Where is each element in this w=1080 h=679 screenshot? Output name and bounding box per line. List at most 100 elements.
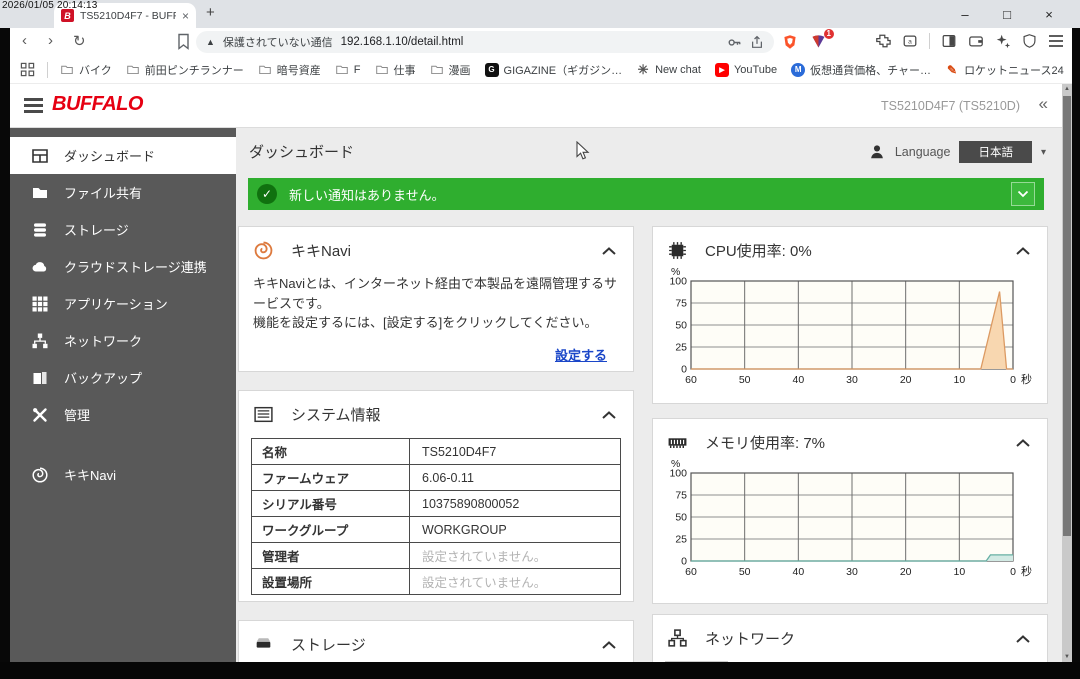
forward-button[interactable]: ›	[48, 32, 53, 49]
language-select-button[interactable]: 日本語	[959, 141, 1032, 163]
scrollbar-thumb[interactable]	[1063, 96, 1071, 536]
reload-button[interactable]: ↻	[73, 32, 86, 50]
apps-grid-icon[interactable]	[20, 62, 35, 77]
svg-text:50: 50	[675, 320, 687, 332]
collapse-card-icon[interactable]	[601, 410, 617, 420]
sidebar-item-file-sharing[interactable]: ファイル共有	[10, 174, 236, 211]
svg-text:20: 20	[900, 566, 912, 578]
window-close-button[interactable]: ×	[1028, 7, 1070, 22]
window-minimize-button[interactable]: –	[944, 7, 986, 22]
sidebar-item-network[interactable]: ネットワーク	[10, 322, 236, 359]
url-text[interactable]: 192.168.1.10/detail.html	[341, 36, 464, 48]
adblock-extension-icon[interactable]: 1	[810, 33, 827, 55]
bookmark-item[interactable]: 漫画	[430, 62, 471, 78]
row-value: TS5210D4F7	[410, 439, 621, 465]
memory-usage-title: メモリ使用率: 7%	[705, 432, 825, 453]
search-box-icon[interactable]: a	[902, 33, 918, 49]
bookmark-item[interactable]: 仕事	[375, 62, 416, 78]
tab-close-icon[interactable]: ×	[182, 10, 189, 22]
bookmark-item[interactable]: 暗号資産	[258, 62, 321, 78]
table-row: 名称TS5210D4F7	[252, 439, 621, 465]
notification-expand-button[interactable]	[1011, 182, 1035, 206]
app-header: BUFFALO TS5210D4F7 (TS5210D) «	[10, 84, 1062, 128]
person-icon	[868, 143, 886, 161]
url-bar[interactable]: ▲ 保護されていない通信 192.168.1.10/detail.html	[196, 31, 774, 53]
extensions-puzzle-icon[interactable]	[875, 33, 891, 49]
sidebar: ダッシュボードファイル共有ストレージクラウドストレージ連携アプリケーションネット…	[10, 128, 236, 662]
sidebar-item-label: アプリケーション	[64, 294, 168, 313]
cpu-chip-icon	[667, 240, 688, 261]
scrollbar-up-icon[interactable]: ▲	[1062, 84, 1072, 94]
row-value: WORKGROUP	[410, 517, 621, 543]
sidebar-item-dashboard[interactable]: ダッシュボード	[10, 137, 236, 174]
browser-menu-icon[interactable]	[1048, 34, 1064, 48]
collapse-card-icon[interactable]	[1015, 634, 1031, 644]
wallet-icon[interactable]	[968, 33, 984, 49]
leo-ai-sparkle-icon[interactable]	[995, 33, 1011, 49]
sidebar-item-backup[interactable]: バックアップ	[10, 359, 236, 396]
scrollbar-down-icon[interactable]: ▼	[1062, 652, 1072, 662]
share-icon[interactable]	[750, 35, 764, 50]
sidebar-item-label: ストレージ	[64, 220, 129, 239]
collapse-card-icon[interactable]	[1015, 246, 1031, 256]
bookmark-label: 仕事	[394, 62, 416, 78]
kikinavi-spiral-icon	[253, 240, 274, 261]
language-caret-icon[interactable]: ▾	[1041, 147, 1046, 158]
svg-text:75: 75	[675, 298, 687, 310]
collapse-card-icon[interactable]	[1015, 438, 1031, 448]
svg-text:0: 0	[1010, 374, 1016, 386]
svg-text:25: 25	[675, 534, 687, 546]
bookmark-item[interactable]: M仮想通貨価格、チャー…	[791, 62, 931, 78]
bookmarks-bar: バイク 前田ピンチランナー暗号資産 F 仕事漫画 GGIGAZINE（ギガジン… ✳New…	[10, 56, 1072, 84]
row-label: ワークグループ	[252, 517, 410, 543]
bookmark-item[interactable]: 前田ピンチランナー	[126, 62, 244, 78]
cpu-usage-card: CPU使用率: 0% 10075502506050403020100%秒	[652, 226, 1048, 404]
sidebar-item-label: ファイル共有	[64, 183, 142, 202]
bookmark-item[interactable]: ✎ロケットニュース24	[945, 62, 1064, 78]
sidebar-toggle-icon[interactable]	[941, 33, 957, 49]
vpn-shield-icon[interactable]	[1022, 33, 1037, 49]
collapse-card-icon[interactable]	[601, 246, 617, 256]
svg-text:40: 40	[792, 566, 804, 578]
bookmark-item[interactable]: ✳New chat	[636, 63, 701, 77]
drive-icon	[253, 634, 274, 655]
svg-text:20: 20	[900, 374, 912, 386]
new-tab-button[interactable]: +	[206, 4, 215, 21]
bookmark-item[interactable]: バイク	[60, 62, 112, 78]
bookmark-item[interactable]: ▶YouTube	[715, 63, 777, 77]
sidebar-item-kikinavi[interactable]: キキNavi	[10, 456, 236, 493]
kikinavi-title: キキNavi	[291, 240, 351, 261]
page-scrollbar[interactable]: ▲ ▼	[1062, 84, 1072, 662]
page-title: ダッシュボード	[249, 141, 354, 162]
kikinavi-setup-link[interactable]: 設定する	[555, 348, 607, 363]
brave-shield-icon[interactable]	[782, 33, 798, 51]
network-nodes-icon	[667, 628, 688, 649]
sidebar-item-applications[interactable]: アプリケーション	[10, 285, 236, 322]
bookmark-item[interactable]: F	[335, 63, 361, 76]
back-button[interactable]: ‹	[22, 32, 27, 49]
bookmark-icon[interactable]	[176, 33, 191, 50]
window-maximize-button[interactable]: □	[986, 7, 1028, 22]
sidebar-item-storage[interactable]: ストレージ	[10, 211, 236, 248]
svg-text:10: 10	[953, 374, 965, 386]
language-label: Language	[895, 145, 951, 159]
kikinavi-card: キキNavi キキNaviとは、インターネット経由で本製品を遠隔管理するサービス…	[238, 226, 634, 372]
sidebar-item-admin[interactable]: 管理	[10, 396, 236, 433]
collapse-panel-icon[interactable]: «	[1039, 94, 1048, 114]
bookmark-item[interactable]: GGIGAZINE（ギガジン…	[485, 62, 623, 78]
app-menu-icon[interactable]	[24, 98, 43, 116]
bookmark-label: 前田ピンチランナー	[145, 62, 244, 78]
browser-toolbar: ‹ › ↻ ▲ 保護されていない通信 192.168.1.10/detail.h…	[10, 28, 1072, 56]
collapse-card-icon[interactable]	[601, 640, 617, 650]
bookmark-label: F	[354, 64, 361, 76]
bookmark-label: 仮想通貨価格、チャー…	[810, 62, 931, 78]
svg-text:30: 30	[846, 566, 858, 578]
bookmarks-divider	[47, 62, 48, 78]
desktop-edge-right	[1072, 28, 1080, 679]
svg-text:40: 40	[792, 374, 804, 386]
browser-titlebar: B TS5210D4F7 - BUFFALO TeraSta × + – □ ×	[0, 0, 1080, 28]
key-icon[interactable]	[727, 35, 742, 50]
sidebar-item-label: キキNavi	[64, 465, 116, 484]
sidebar-item-cloud-storage[interactable]: クラウドストレージ連携	[10, 248, 236, 285]
not-secure-warning-icon: ▲	[206, 37, 215, 47]
